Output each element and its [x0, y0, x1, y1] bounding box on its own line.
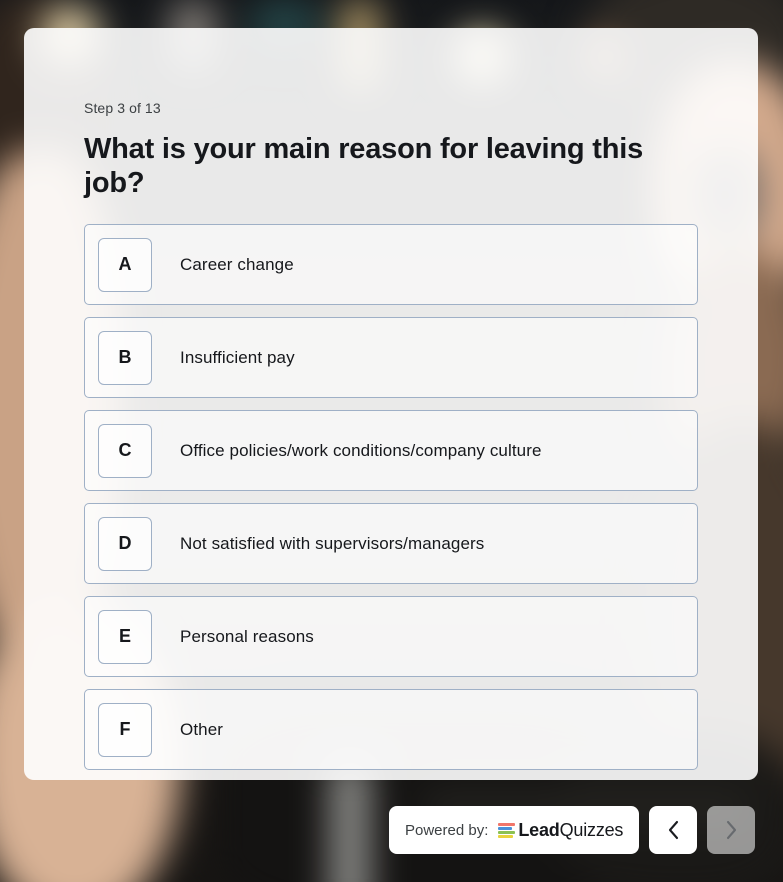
answer-option-c[interactable]: C Office policies/work conditions/compan…	[84, 410, 698, 492]
quiz-background-photo: Step 3 of 13 What is your main reason fo…	[0, 0, 783, 882]
answer-option-d[interactable]: D Not satisfied with supervisors/manager…	[84, 503, 698, 585]
option-label: Office policies/work conditions/company …	[180, 440, 542, 460]
option-label: Not satisfied with supervisors/managers	[180, 533, 485, 553]
option-letter-badge: D	[98, 516, 152, 571]
answer-option-e[interactable]: E Personal reasons	[84, 596, 698, 678]
quiz-footer-bar: Powered by: Lead Quizzes	[389, 806, 756, 854]
chevron-right-icon	[726, 820, 736, 840]
option-letter-badge: F	[98, 702, 152, 757]
brand-name-bold: Lead	[518, 819, 560, 840]
chevron-left-icon	[668, 820, 678, 840]
option-letter-badge: E	[98, 609, 152, 664]
step-indicator: Step 3 of 13	[84, 100, 161, 116]
question-title: What is your main reason for leaving thi…	[84, 133, 644, 200]
option-letter-badge: B	[98, 330, 152, 385]
option-label: Other	[180, 719, 224, 739]
next-step-button[interactable]	[707, 806, 756, 854]
previous-step-button[interactable]	[649, 806, 698, 854]
answer-options-list: A Career change B Insufficient pay C Off…	[84, 224, 698, 771]
brand-name-regular: Quizzes	[559, 819, 624, 840]
answer-option-a[interactable]: A Career change	[84, 224, 698, 306]
answer-option-b[interactable]: B Insufficient pay	[84, 317, 698, 399]
powered-by-label: Powered by:	[405, 821, 489, 839]
option-letter-badge: C	[98, 423, 152, 478]
quiz-card: Step 3 of 13 What is your main reason fo…	[24, 28, 758, 780]
option-letter-badge: A	[98, 237, 152, 292]
option-label: Career change	[180, 254, 294, 274]
option-label: Personal reasons	[180, 626, 314, 646]
answer-option-f[interactable]: F Other	[84, 689, 698, 771]
option-label: Insufficient pay	[180, 347, 295, 367]
leadquizzes-bars-icon	[498, 822, 516, 838]
leadquizzes-logo: Lead Quizzes	[498, 820, 623, 841]
powered-by-badge[interactable]: Powered by: Lead Quizzes	[389, 806, 640, 854]
